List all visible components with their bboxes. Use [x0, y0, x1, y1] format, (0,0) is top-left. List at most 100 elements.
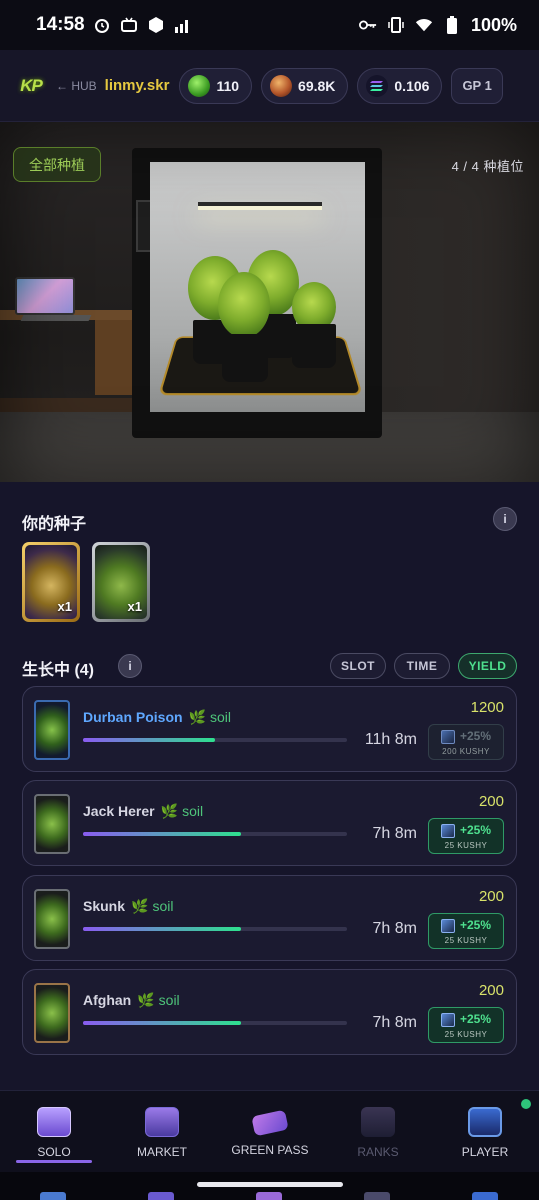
leaf-icon: 🌿: [131, 898, 149, 914]
status-time: 14:58: [36, 14, 85, 35]
currency-gems[interactable]: 110: [179, 67, 253, 104]
growing-info-button[interactable]: i: [118, 654, 142, 678]
status-bar: 14:58 100%: [0, 0, 539, 50]
strain-name: Jack Herer 🌿 soil: [83, 803, 204, 819]
signal-bars-icon: [174, 16, 192, 34]
orange-token-icon: [270, 74, 293, 97]
boost-cost: 25 KUSHY: [444, 1030, 488, 1039]
boost-button[interactable]: +25% 200 KUSHY: [428, 724, 504, 760]
progress-fill: [83, 738, 215, 742]
strain-name: Afghan 🌿 soil: [83, 992, 180, 1008]
leaf-icon: 🌿: [188, 709, 206, 725]
boost-percent: +25%: [460, 823, 492, 837]
nav-player[interactable]: PLAYER: [431, 1091, 539, 1173]
green-gem-icon: [188, 74, 211, 97]
boost-card-icon: [441, 919, 455, 933]
alarm-icon: [93, 16, 111, 34]
nav-ranks[interactable]: RANKS: [324, 1091, 432, 1173]
boost-percent: +25%: [460, 1012, 492, 1026]
growth-progress-bar: [83, 927, 347, 931]
soil-label: soil: [158, 992, 180, 1008]
boost-percent: +25%: [460, 918, 492, 932]
growth-progress-bar: [83, 738, 347, 742]
battery-percent: 100%: [470, 14, 517, 35]
boost-button[interactable]: +25% 25 KUSHY: [428, 818, 504, 854]
yield-value: 200: [478, 793, 504, 810]
notification-dot: [521, 1099, 531, 1109]
boost-card-icon: [441, 824, 455, 838]
nav-green-pass[interactable]: GREEN PASS: [216, 1091, 324, 1173]
growth-timer: 7h 8m: [372, 920, 417, 937]
wifi-icon: [415, 16, 433, 34]
seed-box-icon: [37, 1107, 71, 1137]
growing-title: 生长中 (4): [22, 662, 95, 679]
progress-fill: [83, 927, 242, 931]
nav-market[interactable]: MARKET: [108, 1091, 216, 1173]
plant-all-button[interactable]: 全部种植: [13, 147, 101, 182]
bottom-nav: SOLO MARKET GREEN PASS RANKS PLAYER: [0, 1090, 539, 1172]
currency-value: 110: [216, 77, 240, 94]
sort-slot-button[interactable]: SLOT: [330, 653, 386, 679]
gesture-bar: [0, 1172, 539, 1200]
username[interactable]: linmy.skr: [105, 77, 170, 94]
active-tab-indicator: [16, 1160, 92, 1163]
boost-card-icon: [441, 730, 455, 744]
plant-row[interactable]: Durban Poison 🌿 soil 11h 8m 1200 +25% 200 …: [22, 686, 517, 772]
seed-qty: x1: [127, 599, 142, 614]
growth-progress-bar: [83, 832, 347, 836]
yield-value: 200: [478, 982, 504, 999]
trophy-icon: [361, 1107, 395, 1137]
plant-row[interactable]: Afghan 🌿 soil 7h 8m 200 +25% 25 KUSHY: [22, 969, 517, 1055]
currency-value: 69.8K: [298, 77, 336, 94]
ticket-icon: [251, 1109, 289, 1137]
sort-yield-button[interactable]: YIELD: [458, 653, 517, 679]
boost-button[interactable]: +25% 25 KUSHY: [428, 913, 504, 949]
nav-solo[interactable]: SOLO: [0, 1091, 108, 1173]
vibrate-icon: [387, 16, 405, 34]
strain-name: Durban Poison 🌿 soil: [83, 709, 232, 725]
gold-seed-card[interactable]: x1: [22, 542, 80, 622]
soil-label: soil: [152, 898, 174, 914]
currency-sol[interactable]: 0.106: [357, 67, 443, 104]
boost-percent: +25%: [460, 729, 492, 743]
gp-label: GP 1: [462, 78, 492, 93]
nav-label: SOLO: [37, 1145, 71, 1159]
growth-progress-bar: [83, 1021, 347, 1025]
seeds-info-button[interactable]: i: [493, 507, 517, 531]
cube-icon: [147, 16, 165, 34]
bilibili-icon: [120, 16, 138, 34]
leaf-icon: 🌿: [137, 992, 155, 1008]
growth-timer: 7h 8m: [372, 1014, 417, 1031]
hub-back-link[interactable]: ← HUB: [56, 79, 97, 93]
solana-icon: [366, 74, 389, 97]
grow-room-scene: 全部种植 4 / 4 种植位: [0, 122, 539, 482]
battery-icon: [443, 16, 461, 34]
strain-name: Skunk 🌿 soil: [83, 898, 174, 914]
boost-cost: 25 KUSHY: [444, 841, 488, 850]
gp-badge[interactable]: GP 1: [451, 67, 503, 104]
currency-tokens[interactable]: 69.8K: [261, 67, 349, 104]
key-icon: [358, 16, 377, 34]
strain-card-thumbnail: [34, 889, 70, 949]
leaf-icon: 🌿: [160, 803, 179, 819]
strain-card-thumbnail: [34, 794, 70, 854]
seed-qty: x1: [57, 599, 72, 614]
top-header: KP ← HUB linmy.skr 110 69.8K 0.106 GP 1: [0, 50, 539, 122]
boost-button[interactable]: +25% 25 KUSHY: [428, 1007, 504, 1043]
app-logo[interactable]: KP: [16, 75, 46, 97]
growth-timer: 11h 8m: [364, 731, 417, 748]
plant-row[interactable]: Jack Herer 🌿 soil 7h 8m 200 +25% 25 KUSHY: [22, 780, 517, 866]
slot-count: 4 / 4 种植位: [451, 159, 524, 174]
currency-value: 0.106: [394, 77, 430, 94]
plant-row[interactable]: Skunk 🌿 soil 7h 8m 200 +25% 25 KUSHY: [22, 875, 517, 961]
yield-value: 1200: [470, 699, 504, 716]
sort-time-button[interactable]: TIME: [394, 653, 450, 679]
home-indicator[interactable]: [197, 1182, 343, 1187]
growth-timer: 7h 8m: [372, 825, 417, 842]
soil-label: soil: [182, 803, 204, 819]
yield-value: 200: [478, 888, 504, 905]
nav-label: PLAYER: [461, 1145, 509, 1159]
nav-label: RANKS: [357, 1145, 399, 1159]
boost-cost: 25 KUSHY: [444, 936, 488, 945]
silver-seed-card[interactable]: x1: [92, 542, 150, 622]
